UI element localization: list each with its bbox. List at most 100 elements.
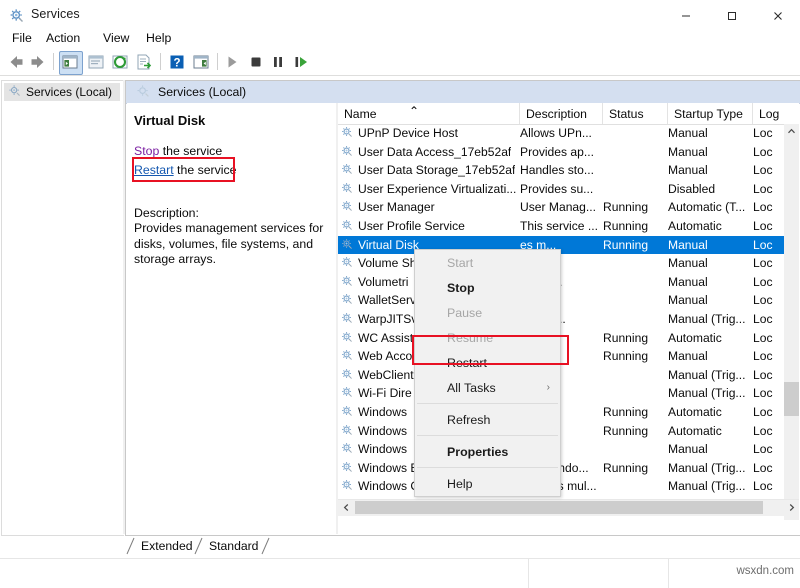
tree-item-services-local[interactable]: Services (Local) bbox=[4, 83, 120, 101]
pause-service-icon[interactable] bbox=[268, 52, 288, 72]
service-details-panel: Virtual Disk Stop the service Restart th… bbox=[127, 103, 336, 534]
stop-service-icon[interactable] bbox=[246, 52, 266, 72]
cell-startup: Disabled bbox=[668, 181, 716, 196]
hscroll-thumb[interactable] bbox=[355, 501, 763, 514]
table-row[interactable]: Windows Camera Frame Se...Enables mul...… bbox=[338, 477, 784, 496]
start-service-icon[interactable] bbox=[222, 52, 242, 72]
console-tree-pane: Services (Local) bbox=[1, 80, 124, 536]
table-row[interactable]: Windows Biometric ServiceThe Windo...Run… bbox=[338, 459, 784, 478]
scroll-up-icon[interactable] bbox=[784, 124, 799, 139]
stop-service-link[interactable]: Stop bbox=[134, 144, 159, 158]
restart-service-link[interactable]: Restart bbox=[134, 163, 174, 177]
table-row[interactable]: User Experience Virtualizati... Provides … bbox=[338, 180, 784, 199]
menu-action[interactable]: Action bbox=[43, 31, 83, 47]
context-menu-item-restart[interactable]: Restart bbox=[415, 350, 560, 375]
service-gear-icon bbox=[341, 200, 354, 216]
cell-name: Windows bbox=[358, 442, 408, 457]
close-button[interactable] bbox=[755, 0, 800, 31]
service-gear-icon bbox=[341, 479, 354, 495]
cell-startup: Manual bbox=[668, 126, 708, 140]
cell-logon: Loc bbox=[753, 293, 773, 308]
table-row[interactable]: Windowses Wi...ManualLoc bbox=[338, 440, 784, 459]
menu-file[interactable]: File bbox=[9, 31, 35, 47]
list-horizontal-scrollbar[interactable] bbox=[338, 499, 799, 516]
cell-logon: Loc bbox=[753, 126, 773, 140]
forward-arrow-icon[interactable] bbox=[28, 52, 48, 72]
table-row[interactable]: User Profile Service This service ... Runn… bbox=[338, 217, 784, 236]
cell-logon: Loc bbox=[753, 256, 773, 271]
restart-service-icon[interactable] bbox=[291, 52, 311, 72]
menu-help[interactable]: Help bbox=[143, 31, 174, 47]
maximize-button[interactable] bbox=[709, 0, 755, 31]
list-vertical-scrollbar[interactable] bbox=[784, 124, 799, 520]
cell-startup: Manual (Trig... bbox=[668, 386, 746, 401]
service-gear-icon bbox=[341, 312, 354, 328]
cell-name: WarpJITSv bbox=[358, 312, 418, 326]
column-header-name[interactable]: Name ⌃ bbox=[338, 103, 520, 124]
minimize-button[interactable] bbox=[663, 0, 709, 31]
back-arrow-icon[interactable] bbox=[6, 52, 26, 72]
table-row[interactable]: Windowses au...RunningAutomaticLoc bbox=[338, 403, 784, 422]
refresh-icon[interactable] bbox=[110, 52, 130, 72]
cell-startup: Manual bbox=[668, 349, 708, 364]
toolbar-separator-2 bbox=[160, 53, 161, 70]
cell-status: Running bbox=[603, 405, 649, 419]
table-row[interactable]: UPnP Device Host Allows UPn... Manual Loc bbox=[338, 124, 784, 143]
scroll-left-icon[interactable] bbox=[338, 500, 354, 515]
column-header-startup[interactable]: Startup Type bbox=[668, 103, 753, 124]
help-icon[interactable]: ? bbox=[167, 52, 187, 72]
cell-description: Allows UPn... bbox=[520, 126, 592, 140]
table-row[interactable]: Windowses au...RunningAutomaticLoc bbox=[338, 422, 784, 441]
column-header-logon[interactable]: Log bbox=[753, 103, 799, 124]
export-list-icon[interactable] bbox=[134, 52, 154, 72]
context-menu-item-help[interactable]: Help bbox=[415, 471, 560, 496]
cell-logon: Loc bbox=[753, 181, 773, 196]
chevron-right-icon: › bbox=[546, 382, 550, 393]
table-row[interactable]: Web Accorvice ...RunningManualLoc bbox=[338, 347, 784, 366]
service-gear-icon bbox=[341, 182, 354, 198]
context-menu-item-label: Refresh bbox=[447, 412, 491, 427]
table-row[interactable]: User Manager User Manag... Running Automati… bbox=[338, 198, 784, 217]
table-row[interactable]: Volume Shes an...ManualLoc bbox=[338, 254, 784, 273]
service-gear-icon bbox=[341, 126, 354, 142]
context-menu-item-refresh[interactable]: Refresh bbox=[415, 407, 560, 432]
table-row[interactable]: Volumetrispatia...ManualLoc bbox=[338, 273, 784, 292]
view-tab-strip: Extended Standard bbox=[125, 536, 799, 556]
cell-startup: Manual bbox=[668, 256, 708, 271]
column-header-description[interactable]: Description bbox=[520, 103, 603, 124]
properties-icon[interactable] bbox=[86, 52, 106, 72]
table-row[interactable]: WebClients Win...Manual (Trig...Loc bbox=[338, 366, 784, 385]
table-row[interactable]: WarpJITSves a JI...Manual (Trig...Loc bbox=[338, 310, 784, 329]
service-gear-icon bbox=[341, 386, 354, 402]
cell-startup: Automatic (T... bbox=[668, 200, 746, 215]
context-menu-item-start: Start bbox=[415, 250, 560, 275]
context-menu-item-all-tasks[interactable]: All Tasks › bbox=[415, 375, 560, 400]
table-row[interactable]: WC Assistare ...RunningAutomaticLoc bbox=[338, 329, 784, 348]
scroll-right-icon[interactable] bbox=[783, 500, 799, 515]
cell-logon: Loc bbox=[753, 442, 773, 457]
table-row[interactable]: User Data Storage_17eb52af Handles sto...… bbox=[338, 161, 784, 180]
menu-view[interactable]: View bbox=[100, 31, 132, 47]
tab-standard[interactable]: Standard bbox=[202, 537, 265, 555]
tab-extended[interactable]: Extended bbox=[134, 537, 200, 555]
scroll-thumb[interactable] bbox=[784, 382, 799, 416]
table-row[interactable]: Wi-Fi Direes co...Manual (Trig...Loc bbox=[338, 384, 784, 403]
show-hide-console-tree-icon[interactable] bbox=[60, 52, 80, 72]
results-pane-title: Services (Local) bbox=[158, 85, 247, 99]
service-gear-icon bbox=[341, 275, 354, 291]
context-menu-item-pause: Pause bbox=[415, 300, 560, 325]
window-title: Services bbox=[31, 7, 80, 21]
table-row[interactable]: Virtual Disk es m... Running Manual Loc bbox=[338, 235, 784, 255]
context-menu-item-stop[interactable]: Stop bbox=[415, 275, 560, 300]
column-header-status[interactable]: Status bbox=[603, 103, 668, 124]
table-row[interactable]: WalletServobjec...ManualLoc bbox=[338, 291, 784, 310]
table-row[interactable]: User Data Access_17eb52af Provides ap... M… bbox=[338, 143, 784, 162]
show-hide-action-pane-icon[interactable] bbox=[191, 52, 211, 72]
cell-startup: Automatic bbox=[668, 405, 722, 419]
context-menu-item-properties[interactable]: Properties bbox=[415, 439, 560, 464]
context-menu-separator bbox=[417, 435, 558, 436]
service-gear-icon bbox=[341, 163, 354, 179]
cell-description: Handles sto... bbox=[520, 163, 594, 178]
cell-description: This service ... bbox=[520, 219, 598, 233]
cell-name: Windows bbox=[358, 405, 408, 419]
